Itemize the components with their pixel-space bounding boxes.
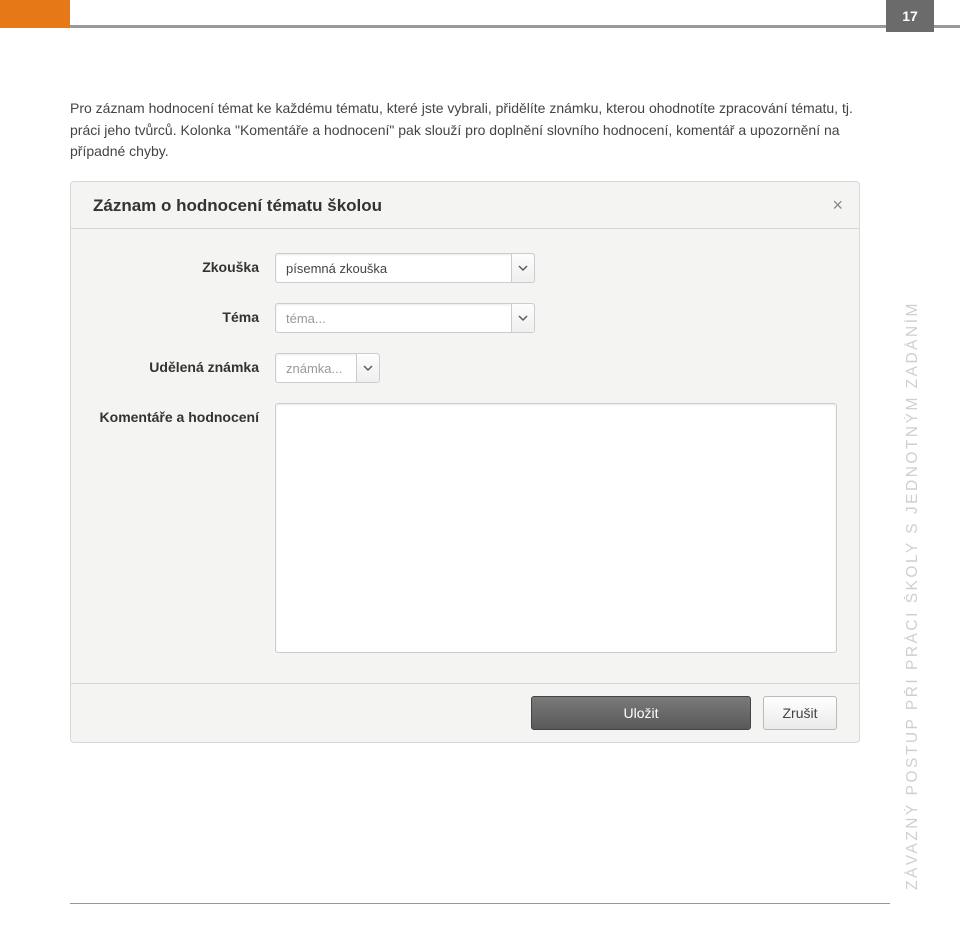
select-znamka-placeholder: známka... xyxy=(276,354,357,382)
select-zkouska-value: písemná zkouška xyxy=(276,254,512,282)
control-znamka: známka... xyxy=(275,353,837,383)
save-button[interactable]: Uložit xyxy=(531,696,751,730)
row-komentar: Komentáře a hodnocení xyxy=(93,403,837,653)
chevron-down-icon xyxy=(512,254,534,282)
control-zkouska: písemná zkouška xyxy=(275,253,837,283)
select-znamka[interactable]: známka... xyxy=(275,353,380,383)
control-tema: téma... xyxy=(275,303,837,333)
cancel-button[interactable]: Zrušit xyxy=(763,696,837,730)
form-header: Záznam o hodnocení tématu školou × xyxy=(71,182,859,229)
label-tema: Téma xyxy=(93,303,275,325)
page-top-bar: 17 xyxy=(0,0,960,28)
form-panel: Záznam o hodnocení tématu školou × Zkouš… xyxy=(70,181,860,743)
control-komentar xyxy=(275,403,837,653)
row-tema: Téma téma... xyxy=(93,303,837,333)
row-znamka: Udělená známka známka... xyxy=(93,353,837,383)
body-paragraph: Pro záznam hodnocení témat ke každému té… xyxy=(70,98,860,163)
chevron-down-icon xyxy=(512,304,534,332)
form-title: Záznam o hodnocení tématu školou xyxy=(93,196,382,215)
select-tema[interactable]: téma... xyxy=(275,303,535,333)
form-footer: Uložit Zrušit xyxy=(71,683,859,742)
footer-rule xyxy=(70,903,890,904)
label-znamka: Udělená známka xyxy=(93,353,275,375)
label-zkouska: Zkouška xyxy=(93,253,275,275)
label-komentar: Komentáře a hodnocení xyxy=(93,403,275,425)
select-zkouska[interactable]: písemná zkouška xyxy=(275,253,535,283)
row-zkouska: Zkouška písemná zkouška xyxy=(93,253,837,283)
select-tema-placeholder: téma... xyxy=(276,304,512,332)
page-number: 17 xyxy=(886,0,934,32)
side-heading: ZÁVAZNÝ POSTUP PŘI PRÁCI ŠKOLY S JEDNOTN… xyxy=(904,250,922,890)
chevron-down-icon xyxy=(357,354,379,382)
content-area: Pro záznam hodnocení témat ke každému té… xyxy=(0,28,960,743)
close-icon[interactable]: × xyxy=(832,196,843,214)
textarea-komentar[interactable] xyxy=(275,403,837,653)
form-body: Zkouška písemná zkouška Téma téma... xyxy=(71,229,859,683)
accent-block xyxy=(0,0,70,28)
